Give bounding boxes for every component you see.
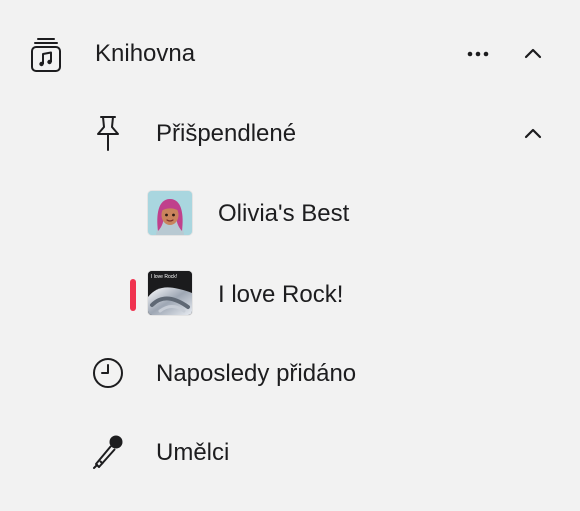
sidebar-item-playlist-i-love-rock[interactable]: I love Rock! I love Rock! (0, 265, 580, 325)
sidebar-item-pinned[interactable]: Přišpendlené (0, 103, 580, 163)
sidebar-item-label: Naposledy přidáno (156, 360, 357, 387)
sidebar-item-label: Přišpendlené (156, 120, 297, 147)
pin-icon (97, 116, 119, 151)
sidebar-item-artists[interactable]: Umělci (0, 423, 580, 483)
playlist-label: I love Rock! (218, 281, 344, 308)
clock-icon (93, 358, 123, 388)
chevron-up-icon[interactable] (519, 120, 547, 148)
sidebar-item-library[interactable]: Knihovna (0, 22, 580, 82)
memoji-avatar-artwork (148, 191, 192, 235)
music-library-icon (31, 38, 61, 72)
chevron-up-icon[interactable] (519, 40, 547, 68)
sidebar-item-playlist-olivias-best[interactable]: Olivia's Best (0, 183, 580, 243)
now-playing-indicator (130, 279, 136, 311)
playlist-label: Olivia's Best (218, 200, 350, 227)
rock-playlist-artwork: I love Rock! (148, 271, 192, 315)
sidebar-item-recently-added[interactable]: Naposledy přidáno (0, 343, 580, 403)
sidebar-item-label: Umělci (156, 439, 230, 466)
sidebar-item-label: Knihovna (95, 40, 196, 67)
artwork-caption: I love Rock! (151, 274, 178, 280)
microphone-icon (93, 435, 123, 469)
more-icon[interactable] (458, 40, 498, 68)
